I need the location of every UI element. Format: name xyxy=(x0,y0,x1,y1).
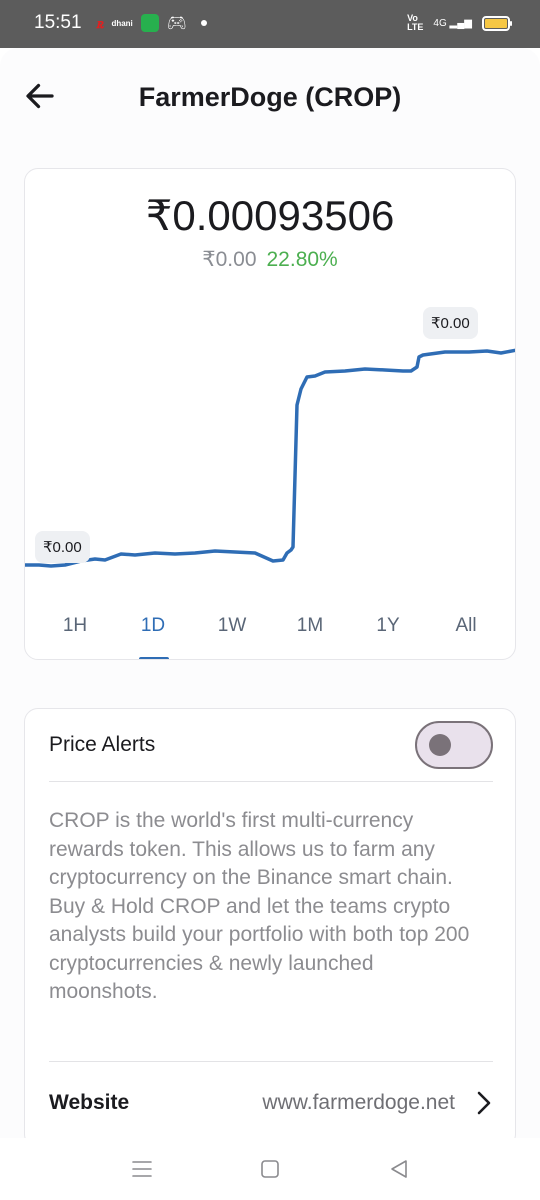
back-triangle-icon[interactable] xyxy=(384,1156,414,1182)
dhani-icon: dhani xyxy=(111,18,133,28)
price-change: ₹0.00 xyxy=(202,248,257,271)
current-price: ₹0.00093506 xyxy=(145,192,395,239)
home-square-icon[interactable] xyxy=(255,1156,285,1182)
status-bar: 15:51 ꭱ dhani 🎮︎ Vo LTE 4G ▂▄▆ xyxy=(0,0,540,48)
page-title: FarmerDoge (CROP) xyxy=(138,82,402,112)
battery-fill xyxy=(485,18,507,28)
navigation-bar xyxy=(0,1138,540,1200)
price-card: ₹0.00093506 ₹0.00 22.80% ₹0.00 ₹0.00 1H 1… xyxy=(24,168,516,660)
active-tab-indicator xyxy=(139,657,169,659)
system-icons: Vo LTE 4G ▂▄▆ xyxy=(407,13,512,32)
tab-1m[interactable]: 1M xyxy=(280,615,340,637)
coin-description: CROP is the world's first multi-currency… xyxy=(49,809,470,1003)
chart-low-label: ₹0.00 xyxy=(35,531,90,563)
price-alerts-toggle[interactable] xyxy=(415,721,493,769)
gamepad-icon: 🎮︎ xyxy=(166,15,188,32)
price-line xyxy=(25,348,515,568)
r-app-icon: ꭱ xyxy=(96,14,104,32)
website-label: Website xyxy=(49,1091,130,1114)
chart-high-label: ₹0.00 xyxy=(423,307,478,339)
tab-1w[interactable]: 1W xyxy=(202,615,262,637)
price-change-percent: 22.80% xyxy=(266,248,338,271)
price-alerts-label: Price Alerts xyxy=(49,733,156,756)
header: FarmerDoge (CROP) xyxy=(0,48,540,148)
volte-icon: Vo LTE xyxy=(407,13,424,32)
price-chart[interactable]: ₹0.00 ₹0.00 xyxy=(25,297,515,597)
toggle-knob xyxy=(429,734,451,756)
signal-icon: 4G ▂▄▆ xyxy=(433,17,472,29)
notification-icons: ꭱ dhani 🎮︎ xyxy=(96,13,208,33)
tab-1d[interactable]: 1D xyxy=(123,615,183,637)
tab-1y[interactable]: 1Y xyxy=(358,615,418,637)
website-row[interactable]: Website www.farmerdoge.net xyxy=(25,1081,517,1125)
chevron-right-icon xyxy=(477,1091,491,1115)
tab-1h[interactable]: 1H xyxy=(45,615,105,637)
price-change-row: ₹0.00 22.80% xyxy=(25,247,515,272)
battery-icon xyxy=(482,15,512,31)
network-type: 4G xyxy=(433,17,447,29)
tab-all[interactable]: All xyxy=(436,615,496,637)
status-time: 15:51 xyxy=(34,12,82,33)
menu-icon[interactable] xyxy=(127,1156,157,1182)
dot-icon xyxy=(201,20,208,26)
divider xyxy=(49,781,493,782)
divider xyxy=(49,1061,493,1062)
website-url[interactable]: www.farmerdoge.net xyxy=(262,1091,455,1115)
info-card: Price Alerts CROP is the world's first m… xyxy=(24,708,516,1138)
price-chart-svg xyxy=(25,348,515,568)
time-range-tabs: 1H 1D 1W 1M 1Y All xyxy=(25,601,515,659)
coin-detail-sheet: FarmerDoge (CROP) ₹0.00093506 ₹0.00 22.80… xyxy=(0,48,540,1138)
green-app-icon xyxy=(140,14,159,32)
